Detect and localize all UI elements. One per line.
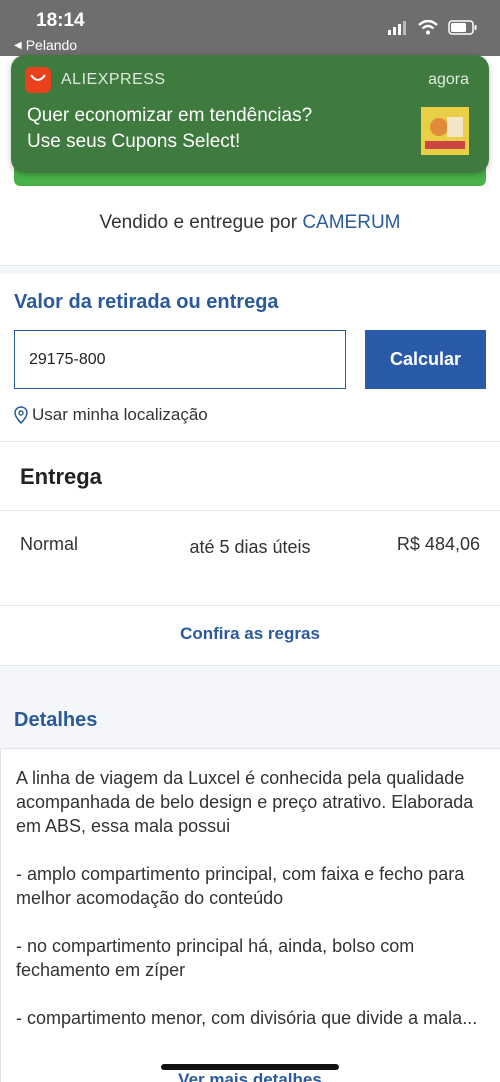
status-bar: 18:14 ◀ Pelando [0,0,500,56]
notification-thumbnail-image [421,107,469,155]
seller-prefix: Vendido e entregue por [99,212,298,233]
cep-input[interactable]: 29175-800 [14,330,346,389]
see-more-details-link[interactable]: Ver mais detalhes [0,1070,500,1082]
seller-name-link[interactable]: CAMERUM [302,212,400,233]
details-paragraph: - no compartimento principal há, ainda, … [16,936,415,980]
notification-body: Use seus Cupons Select! [27,131,241,152]
divider [0,510,500,511]
delivery-type: Normal [20,534,79,554]
details-description: A linha de viagem da Luxcel é conhecida … [16,766,486,1054]
battery-icon [448,20,477,35]
use-location-link[interactable]: Usar minha localização [14,405,208,425]
check-rules-link[interactable]: Confira as regras [0,624,500,644]
section-separator [0,266,500,274]
clock: 18:14 [36,10,85,31]
details-paragraph: - compartimento menor, com divisória que… [16,1008,478,1028]
home-indicator[interactable] [161,1064,339,1070]
details-header-band [0,666,500,748]
back-to-app-link[interactable]: ◀ Pelando [14,37,77,53]
delivery-price: R$ 484,06 [396,534,480,554]
back-app-label: Pelando [25,37,78,53]
back-triangle-icon: ◀ [14,39,22,51]
details-title: Detalhes [14,709,98,731]
delivery-title: Entrega [20,464,102,489]
details-paragraph: A linha de viagem da Luxcel é conhecida … [16,768,474,836]
push-notification[interactable]: ALIEXPRESS agora Quer economizar em tend… [11,55,489,173]
wifi-icon [418,20,438,35]
delivery-time: até 5 dias úteis [189,537,311,557]
status-icons [388,20,478,35]
notification-title: Quer economizar em tendências? [27,105,313,126]
location-pin-icon [14,406,28,424]
divider [0,605,500,606]
aliexpress-app-icon [25,67,51,93]
notification-time: agora [428,71,469,88]
cellular-signal-icon [388,20,406,35]
notification-app-name: ALIEXPRESS [61,71,166,88]
shipping-calc-title: Valor da retirada ou entrega [14,291,279,313]
use-location-label: Usar minha localização [32,405,208,424]
seller-info: Vendido e entregue por CAMERUM [0,212,500,234]
calculate-button[interactable]: Calcular [365,330,486,389]
details-paragraph: - amplo compartimento principal, com fai… [16,864,465,908]
divider [0,441,500,442]
